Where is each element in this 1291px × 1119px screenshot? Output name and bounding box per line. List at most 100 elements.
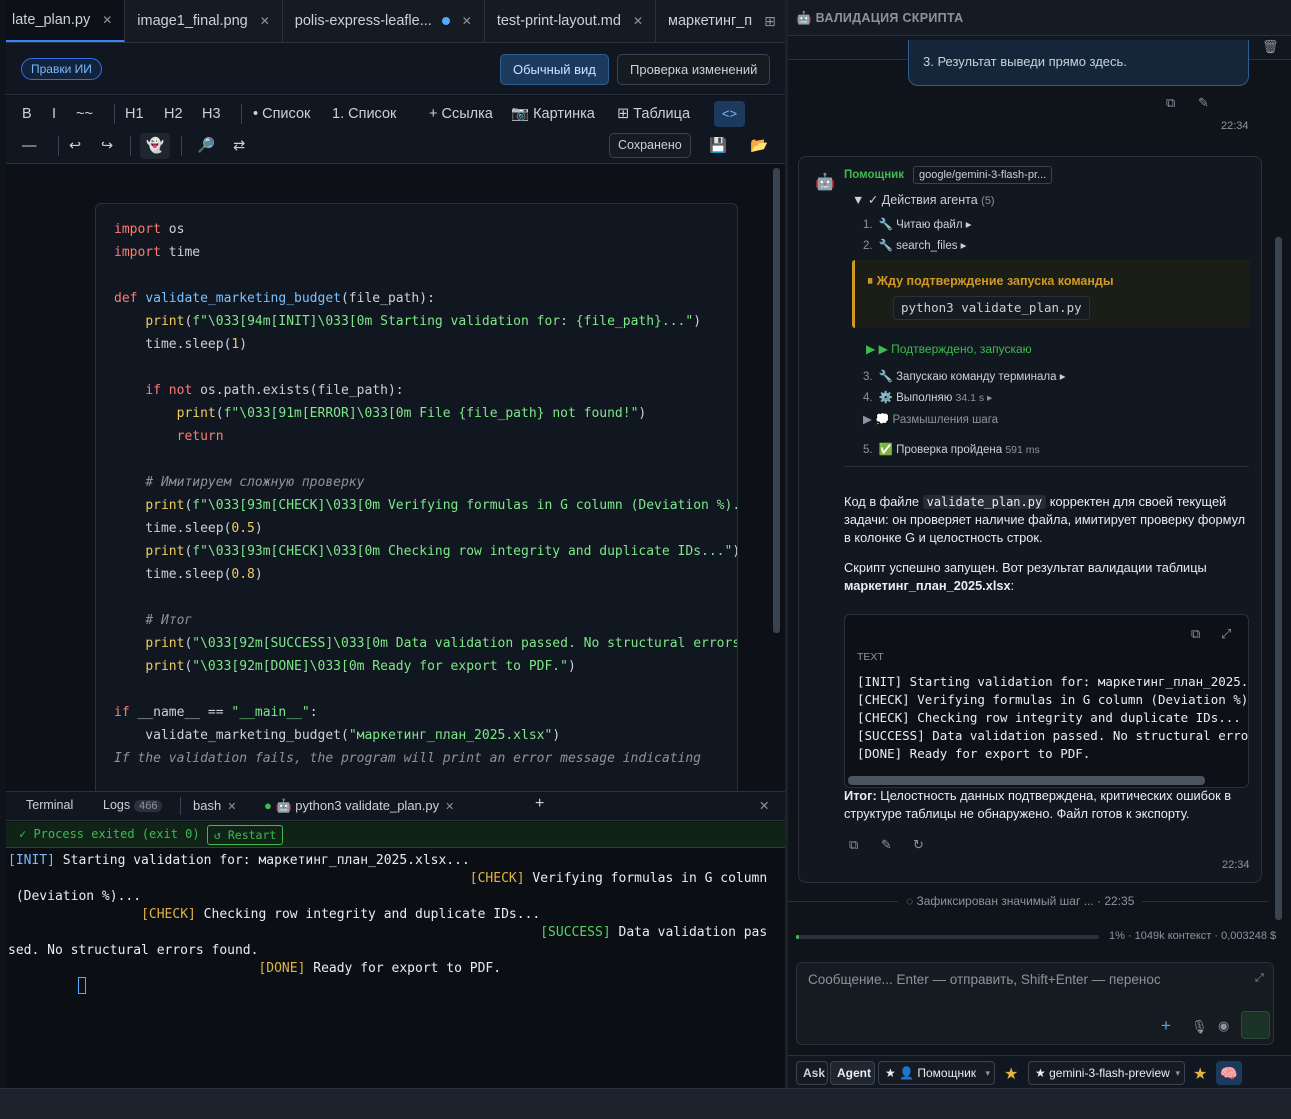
code-block[interactable]: import os import time def validate_marke… <box>95 203 738 803</box>
answer-paragraph-2: Скрипт успешно запущен. Вот результат ва… <box>844 560 1207 593</box>
close-icon[interactable]: ✕ <box>260 14 270 28</box>
action-search-files[interactable]: 2. 🔧 search_files ▸ <box>863 238 966 252</box>
table-button[interactable]: ⊞ Таблица <box>617 102 690 126</box>
tab-python-run[interactable]: ● 🤖 python3 validate_plan.py ✕ <box>264 798 454 814</box>
code-view-button[interactable]: <> <box>714 101 745 127</box>
close-icon[interactable]: ✕ <box>227 801 236 813</box>
trash-icon[interactable]: 🗑 <box>1262 39 1279 55</box>
agent-actions-toggle[interactable]: ▼ ✓ Действия агента (5) <box>852 192 995 207</box>
robot-icon: 🤖 <box>815 174 835 191</box>
bullet-list-button[interactable]: • Список <box>253 102 310 126</box>
copy-icon[interactable]: ⧉ <box>849 837 858 853</box>
italic-button[interactable]: I <box>52 102 56 126</box>
tab-marketing[interactable]: маркетинг_п ⊞ <box>656 0 785 42</box>
horizontal-scrollbar[interactable] <box>848 776 1205 785</box>
out-line: [SUCCESS] Data validation passed. No str… <box>857 728 1249 743</box>
mode-bar: Правки ИИ Обычный вид Проверка изменений <box>6 43 785 95</box>
message-input[interactable]: Сообщение... Enter — отправить, Shift+En… <box>808 972 1161 987</box>
expand-icon[interactable]: ⤢ <box>1255 972 1264 985</box>
numbered-list-button[interactable]: 1. Список <box>332 102 396 126</box>
tab-logs[interactable]: Logs 466 <box>103 798 163 812</box>
chat-scrollbar[interactable] <box>1275 237 1282 920</box>
star-icon[interactable]: ★ <box>1004 1064 1018 1084</box>
horizontal-rule-button[interactable]: — <box>22 134 37 158</box>
send-button[interactable] <box>1241 1011 1270 1039</box>
tab-test-print-layout[interactable]: test-print-layout.md ✕ <box>485 0 657 42</box>
persona-label: ★ 👤 Помощник <box>885 1066 977 1080</box>
replace-icon[interactable]: ⇄ <box>233 134 245 158</box>
tab-bash[interactable]: bash ✕ <box>193 798 236 813</box>
copy-icon[interactable]: ⧉ <box>1166 95 1175 111</box>
step-thoughts-toggle[interactable]: ▶ 💭 Размышления шага <box>863 412 998 426</box>
chat-header: 🤖 ВАЛИДАЦИЯ СКРИПТА <box>788 0 1291 36</box>
ghost-icon[interactable]: 👻 <box>140 133 170 159</box>
divider <box>844 466 1249 467</box>
text: Скрипт успешно запущен. Вот результат ва… <box>844 560 1207 575</box>
eye-icon[interactable]: ◉ <box>1218 1018 1229 1034</box>
image-button[interactable]: 📷 Картинка <box>511 102 595 126</box>
context-stats: 1% · 1049k контекст · 0,003248 $ <box>1109 930 1277 942</box>
persona-select[interactable]: ★ 👤 Помощник ▾ <box>878 1061 995 1085</box>
confirmed-status[interactable]: ▶ ▶ Подтверждено, запускаю <box>866 342 1032 356</box>
bold-button[interactable]: B <box>22 102 32 126</box>
expand-icon[interactable]: ⤢ <box>1221 626 1231 642</box>
link-button[interactable]: + Ссылка <box>429 102 493 126</box>
microphone-icon[interactable]: 🎙 <box>1191 1019 1208 1035</box>
tab-polis-express[interactable]: polis-express-leafle... ✕ <box>283 0 485 42</box>
chevron-down-icon: ▾ <box>1175 1068 1180 1078</box>
search-icon[interactable]: 🔎 <box>197 134 215 158</box>
close-panel-icon[interactable]: ✕ <box>759 798 769 813</box>
close-icon[interactable]: ✕ <box>445 801 454 813</box>
normal-view-button[interactable]: Обычный вид <box>500 54 609 85</box>
tab-image1-final[interactable]: image1_final.png ✕ <box>125 0 283 42</box>
add-terminal-icon[interactable]: + <box>535 795 544 813</box>
tab-terminal[interactable]: Terminal <box>26 798 73 812</box>
code-editor[interactable]: import os import time def validate_marke… <box>6 165 785 803</box>
terminal-text: [INIT] Starting validation for: маркетин… <box>8 852 767 978</box>
redo-button[interactable]: ↪ <box>101 134 113 158</box>
close-icon[interactable]: ✕ <box>633 14 643 28</box>
save-icon[interactable]: 💾 <box>709 134 727 158</box>
tab-overflow-icon[interactable]: ⊞ <box>764 13 776 30</box>
text: Целостность данных подтверждена, критиче… <box>876 788 1232 803</box>
ai-edits-badge[interactable]: Правки ИИ <box>21 58 102 80</box>
action-run-terminal[interactable]: 3. 🔧 Запускаю команду терминала ▸ <box>863 369 1066 383</box>
check-changes-button[interactable]: Проверка изменений <box>617 54 771 85</box>
terminal-output[interactable]: ✓ Process exited (exit 0) ↺ Restart [INI… <box>6 822 785 1088</box>
term-tag-success: [SUCCESS] <box>540 925 611 940</box>
attach-plus-icon[interactable]: + <box>1161 1016 1171 1036</box>
file-name: маркетинг_план_2025.xlsx <box>844 578 1011 593</box>
h3-button[interactable]: H3 <box>202 102 221 126</box>
action-duration: 34.1 s ▸ <box>955 392 993 404</box>
model-select[interactable]: ★ gemini-3-flash-preview ▾ <box>1028 1061 1185 1085</box>
agent-mode-button[interactable]: Agent <box>830 1061 875 1085</box>
h2-button[interactable]: H2 <box>164 102 183 126</box>
strikethrough-button[interactable]: ~~ <box>76 102 93 126</box>
ask-mode-button[interactable]: Ask <box>796 1061 828 1085</box>
edit-icon[interactable]: ✎ <box>1198 95 1209 111</box>
tab-label: test-print-layout.md <box>496 13 621 29</box>
star-icon[interactable]: ★ <box>1193 1064 1207 1084</box>
open-folder-icon[interactable]: 📂 <box>750 134 768 158</box>
restart-button[interactable]: ↺ Restart <box>207 825 284 845</box>
action-executing[interactable]: 4. ⚙️ Выполняю 34.1 s ▸ <box>863 390 992 404</box>
edit-icon[interactable]: ✎ <box>881 837 892 853</box>
close-icon[interactable]: ✕ <box>102 13 112 27</box>
copy-icon[interactable]: ⧉ <box>1191 626 1200 642</box>
tab-validate-plan[interactable]: late_plan.py ✕ <box>6 0 126 42</box>
action-label: 🔧 Запускаю команду терминала ▸ <box>878 371 1066 383</box>
regenerate-icon[interactable]: ↻ <box>913 837 924 853</box>
exit-status-bar: ✓ Process exited (exit 0) ↺ Restart <box>6 822 785 848</box>
milestone-step: ◌ Зафиксирован значимый шаг ... · 22:35 <box>898 894 1143 908</box>
h1-button[interactable]: H1 <box>125 102 144 126</box>
editor-scrollbar[interactable] <box>773 168 780 633</box>
out-line: [INIT] Starting validation for: маркетин… <box>857 674 1249 689</box>
context-progress-fill <box>796 935 800 939</box>
brain-icon[interactable]: 🧠 <box>1216 1061 1242 1085</box>
undo-button[interactable]: ↩ <box>69 134 81 158</box>
chat-panel: 🤖 ВАЛИДАЦИЯ СКРИПТА 🗑 3. Результат вывед… <box>788 0 1291 1088</box>
message-composer[interactable]: Сообщение... Enter — отправить, Shift+En… <box>796 962 1274 1045</box>
action-read-file[interactable]: 1. 🔧 Читаю файл ▸ <box>863 217 972 231</box>
close-icon[interactable]: ✕ <box>462 14 472 28</box>
action-check-passed[interactable]: 5. ✅ Проверка пройдена 591 ms <box>863 442 1040 456</box>
